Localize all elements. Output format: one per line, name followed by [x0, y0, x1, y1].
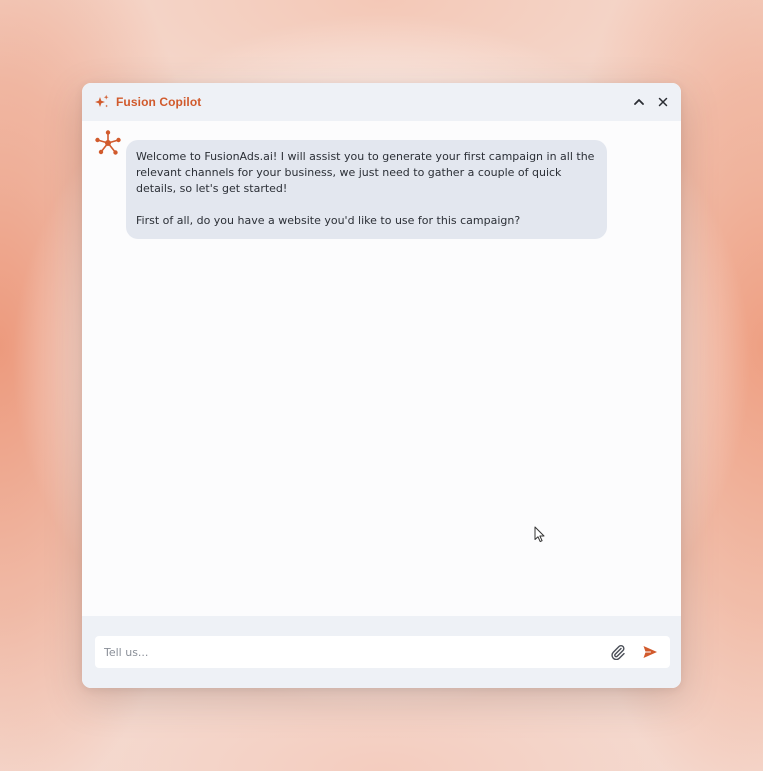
message-paragraph: Welcome to FusionAds.ai! I will assist y… [136, 150, 595, 195]
mouse-cursor-icon [534, 526, 546, 547]
message-bubble: Welcome to FusionAds.ai! I will assist y… [126, 140, 607, 239]
close-icon [658, 97, 668, 107]
header-actions [631, 94, 671, 110]
send-button[interactable] [639, 641, 661, 663]
panel-title: Fusion Copilot [116, 95, 202, 109]
attach-button[interactable] [607, 641, 629, 663]
bot-message: Welcome to FusionAds.ai! I will assist y… [94, 129, 669, 239]
chat-header-title-group: Fusion Copilot [94, 94, 201, 110]
collapse-icon [634, 99, 644, 105]
copilot-chat-panel: Fusion Copilot Welcome to FusionAds.ai! … [82, 83, 681, 688]
composer-area [82, 616, 681, 688]
message-input[interactable] [104, 645, 599, 659]
message-composer [95, 636, 670, 668]
paperclip-icon [611, 644, 625, 660]
chat-header: Fusion Copilot [82, 83, 681, 121]
conversation-area[interactable]: Welcome to FusionAds.ai! I will assist y… [82, 121, 681, 616]
send-icon [643, 646, 657, 658]
close-button[interactable] [655, 94, 671, 110]
sparkle-icon [94, 94, 110, 110]
message-paragraph: First of all, do you have a website you'… [136, 214, 521, 227]
network-node-icon [94, 129, 122, 157]
collapse-button[interactable] [631, 94, 647, 110]
